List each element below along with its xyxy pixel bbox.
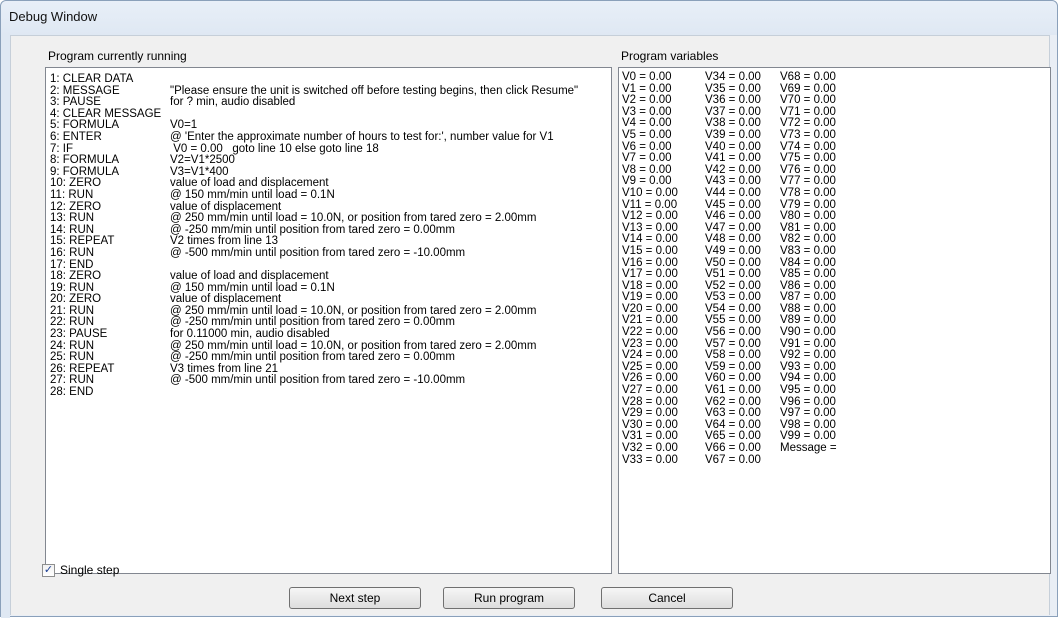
debug-window: Debug Window Program currently running 1… <box>0 0 1058 618</box>
single-step-label[interactable]: Single step <box>60 563 119 577</box>
cancel-button[interactable]: Cancel <box>601 587 733 609</box>
program-line[interactable]: 11: RUN @ 150 mm/min until load = 0.1N <box>46 188 611 202</box>
variable-value: V39 = 0.00 <box>705 128 761 141</box>
variable-value: Message = <box>780 442 837 454</box>
variable-value: V5 = 0.00 <box>622 128 672 141</box>
variable-value: V90 = 0.00 <box>780 326 836 339</box>
program-line-command: 8: FORMULA <box>50 154 120 167</box>
variables-column-1: V0 = 0.00 V1 = 0.00 V2 = 0.00 V3 = 0.00 V4 =… <box>622 71 678 466</box>
program-line[interactable]: 4: CLEAR MESSAGE <box>46 108 611 121</box>
variable-value: V68 = 0.00 <box>780 71 836 83</box>
variables-panel-label: Program variables <box>621 49 719 63</box>
program-line[interactable]: 7: IF V0 = 0.00 goto line 10 else goto l… <box>46 143 611 156</box>
variable-value: V67 = 0.00 <box>705 453 761 466</box>
program-line-command: 11: RUN <box>50 188 94 201</box>
program-line[interactable]: 2: MESSAGE "Please ensure the unit is swi… <box>46 85 611 98</box>
program-lines: 1: CLEAR DATA 2: MESSAGE "Please ensure th… <box>46 73 611 399</box>
program-line-argument: @ 250 mm/min until load = 10.0N, or posi… <box>170 212 537 225</box>
variable-value: V44 = 0.00 <box>705 186 761 199</box>
variable-value: V95 = 0.00 <box>780 384 836 397</box>
variable-value: V75 = 0.00 <box>780 152 836 165</box>
variable-value: V83 = 0.00 <box>780 244 836 257</box>
program-listbox[interactable]: 1: CLEAR DATA 2: MESSAGE "Please ensure th… <box>45 67 612 574</box>
window-frame-left <box>1 35 10 618</box>
program-line[interactable]: 23: PAUSE for 0.11000 min, audio disabled <box>46 329 611 341</box>
program-line-argument: @ 150 mm/min until load = 0.1N <box>170 188 335 201</box>
variable-value: V0 = 0.00 <box>622 71 672 83</box>
variables-column-3: V68 = 0.00 V69 = 0.00 V70 = 0.00 V71 = 0.00… <box>780 71 837 455</box>
program-line-argument: @ -500 mm/min until position from tared … <box>170 246 466 259</box>
program-line-argument: V2=V1*2500 <box>170 154 235 167</box>
program-line-command: 23: PAUSE <box>50 328 108 341</box>
program-line[interactable]: 13: RUN @ 250 mm/min until load = 10.0N, … <box>46 213 611 225</box>
program-line[interactable]: 28: END <box>46 387 611 399</box>
program-line-command: 28: END <box>50 386 94 399</box>
variable-value: V56 = 0.00 <box>705 326 761 339</box>
variable-value: V66 = 0.00 <box>705 442 761 454</box>
next-step-button[interactable]: Next step <box>289 587 421 609</box>
variable-value: V22 = 0.00 <box>622 326 678 339</box>
variable-value: V34 = 0.00 <box>705 71 761 83</box>
variable-value: V85 = 0.00 <box>780 268 836 281</box>
program-line[interactable]: 19: RUN @ 150 mm/min until load = 0.1N <box>46 282 611 295</box>
variable-value: V12 = 0.00 <box>622 210 678 223</box>
variable-value: V7 = 0.00 <box>622 152 672 165</box>
program-line-argument: @ 'Enter the approximate number of hours… <box>170 130 554 143</box>
program-line[interactable]: 27: RUN @ -500 mm/min until position from… <box>46 375 611 387</box>
variable-value: V41 = 0.00 <box>705 152 761 165</box>
program-panel-label: Program currently running <box>48 49 187 63</box>
program-line-command: 1: CLEAR DATA <box>50 73 134 85</box>
program-line[interactable]: 18: ZERO value of load and displacement <box>46 271 611 283</box>
variable-value: V15 = 0.00 <box>622 244 678 257</box>
variable-value: V49 = 0.00 <box>705 244 761 257</box>
variable-value: V61 = 0.00 <box>705 384 761 397</box>
program-line-command: 16: RUN <box>50 246 95 259</box>
program-line-argument: value of load and displacement <box>170 270 329 283</box>
checkbox-check-icon[interactable]: ✓ <box>42 564 55 577</box>
variable-value: V10 = 0.00 <box>622 186 678 199</box>
program-line-argument: for ? min, audio disabled <box>170 96 296 109</box>
variable-value: V73 = 0.00 <box>780 128 836 141</box>
run-program-button[interactable]: Run program <box>443 587 575 609</box>
program-line[interactable]: 25: RUN @ -250 mm/min until position from… <box>46 352 611 364</box>
program-line-argument: @ -500 mm/min until position from tared … <box>170 374 466 387</box>
program-line[interactable]: 8: FORMULA V2=V1*2500 <box>46 155 611 167</box>
program-line-command: 13: RUN <box>50 212 95 225</box>
program-line[interactable]: 16: RUN @ -500 mm/min until position from… <box>46 246 611 260</box>
variable-value: V46 = 0.00 <box>705 210 761 223</box>
program-line[interactable]: 14: RUN @ -250 mm/min until position from… <box>46 224 611 237</box>
variable-value: V80 = 0.00 <box>780 210 836 223</box>
variable-value: V27 = 0.00 <box>622 384 678 397</box>
program-line-command: 6: ENTER <box>50 130 102 143</box>
variable-value: V33 = 0.00 <box>622 453 678 466</box>
variable-value: V17 = 0.00 <box>622 268 678 281</box>
variable-value: V51 = 0.00 <box>705 268 761 281</box>
program-line[interactable]: 6: ENTER @ 'Enter the approximate number … <box>46 130 611 144</box>
program-line[interactable]: 1: CLEAR DATA <box>46 73 611 86</box>
title-bar[interactable]: Debug Window <box>1 1 1057 35</box>
program-line-argument: for 0.11000 min, audio disabled <box>170 328 330 341</box>
program-line-command: 18: ZERO <box>50 270 102 283</box>
variable-value: V78 = 0.00 <box>780 186 836 199</box>
window-title: Debug Window <box>9 9 98 24</box>
variables-listbox[interactable]: V0 = 0.00 V1 = 0.00 V2 = 0.00 V3 = 0.00 V4 =… <box>618 67 1051 574</box>
program-line-command: 3: PAUSE <box>50 96 101 109</box>
variables-column-2: V34 = 0.00 V35 = 0.00 V36 = 0.00 V37 = 0.00… <box>705 71 761 466</box>
variable-value: V32 = 0.00 <box>622 442 678 454</box>
